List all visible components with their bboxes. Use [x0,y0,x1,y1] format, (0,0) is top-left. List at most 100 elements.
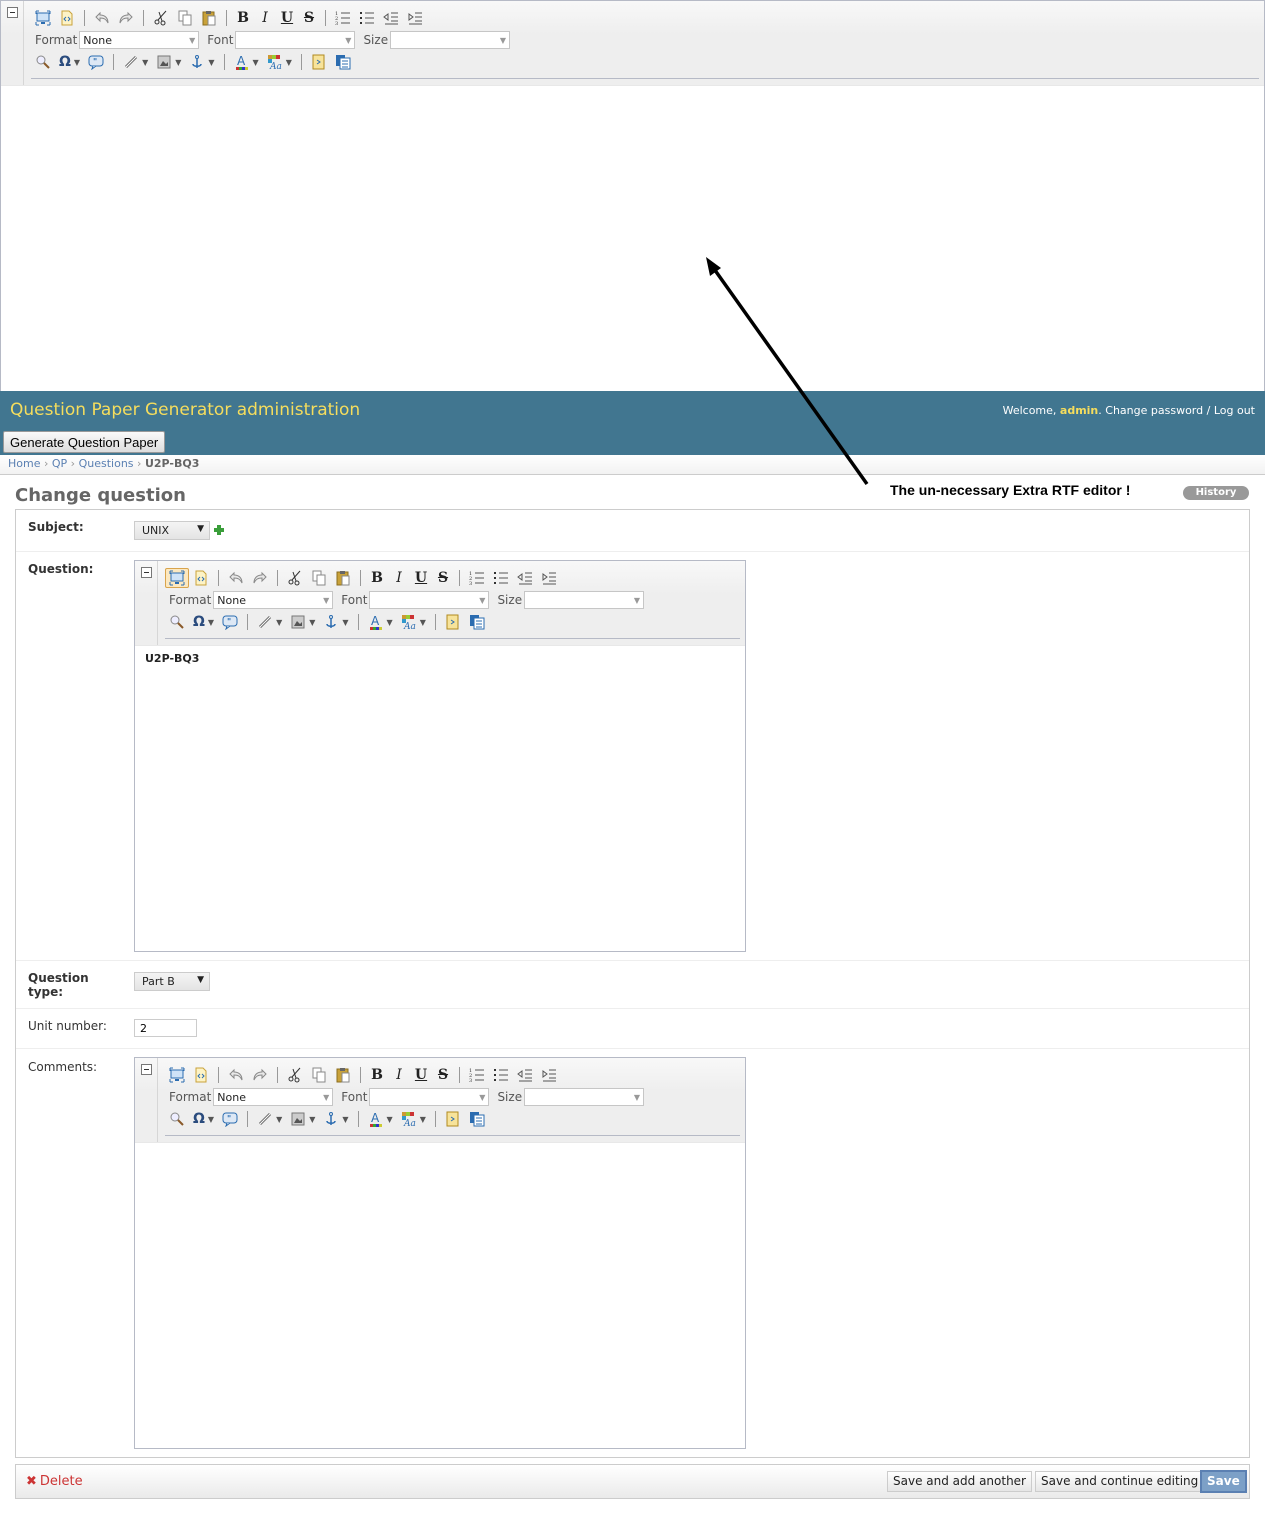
special-char-button[interactable]: Ω ▼ [55,52,84,72]
breadcrumb-home[interactable]: Home [8,457,40,470]
background-color-button[interactable]: Aa ▼ [397,612,430,632]
text-color-button[interactable]: A ▼ [364,612,397,632]
bulleted-list-button[interactable] [355,8,379,28]
background-color-button[interactable]: Aa ▼ [397,1109,430,1129]
collapse-toolbar-icon[interactable] [141,1064,152,1075]
blockquote-button[interactable]: " [218,1109,242,1129]
editor-content-area[interactable] [1,86,1264,391]
size-combo[interactable]: ▼ [524,591,645,609]
add-subject-icon[interactable] [213,524,225,536]
collapse-toolbar-icon[interactable] [141,567,152,578]
comments-rich-text-editor[interactable]: B I U S 1 2 3 Format None ▼ Font ▼ Size ▼ Ω ▼ " ▼ ▼ ▼ A ▼ Aa ▼ [134,1057,746,1449]
indent-button[interactable] [513,1065,537,1085]
special-char-button[interactable]: Ω ▼ [189,1109,218,1129]
size-combo[interactable]: ▼ [524,1088,645,1106]
text-color-button[interactable]: A ▼ [230,52,263,72]
format-combo[interactable]: None ▼ [213,591,334,609]
extra-rich-text-editor[interactable]: B I U S 1 2 3 Format None ▼ Font ▼ Size ▼ Ω ▼ " ▼ ▼ ▼ A ▼ Aa ▼ [0,0,1265,392]
italic-button[interactable]: I [388,1065,410,1085]
paste-button[interactable] [331,568,355,588]
source-button[interactable] [189,1065,213,1085]
link-button[interactable]: ▼ [253,612,286,632]
indent-button[interactable] [513,568,537,588]
bold-button[interactable]: B [232,8,254,28]
copy-button[interactable] [307,1065,331,1085]
maximize-button[interactable] [165,1065,189,1085]
paste-button[interactable] [197,8,221,28]
format-combo[interactable]: None ▼ [213,1088,334,1106]
source-button[interactable] [55,8,79,28]
paste-from-word-button[interactable] [465,612,489,632]
underline-button[interactable]: U [410,1065,432,1085]
strikethrough-button[interactable]: S [432,1065,454,1085]
anchor-button[interactable]: ▼ [319,1109,352,1129]
logout-link[interactable]: Log out [1214,404,1255,417]
bold-button[interactable]: B [366,1065,388,1085]
generate-question-paper-button[interactable]: Generate Question Paper [3,431,166,453]
find-button[interactable] [165,1109,189,1129]
image-button[interactable]: ▼ [286,612,319,632]
underline-button[interactable]: U [410,568,432,588]
italic-button[interactable]: I [254,8,276,28]
maximize-button[interactable] [31,8,55,28]
redo-button[interactable] [248,568,272,588]
subject-select[interactable]: UNIX ▼ [134,521,210,540]
underline-button[interactable]: U [276,8,298,28]
find-button[interactable] [165,612,189,632]
save-and-continue-editing-button[interactable]: Save and continue editing [1035,1471,1205,1492]
cut-button[interactable] [283,1065,307,1085]
question-rich-text-editor[interactable]: B I U S 1 2 3 Format None ▼ Font ▼ Size ▼ Ω ▼ " ▼ ▼ ▼ A ▼ Aa ▼ U… [134,560,746,952]
outdent-button[interactable] [537,1065,561,1085]
outdent-button[interactable] [537,568,561,588]
copy-button[interactable] [173,8,197,28]
maximize-button[interactable] [165,568,189,588]
format-combo[interactable]: None ▼ [79,31,200,49]
copy-button[interactable] [307,568,331,588]
undo-button[interactable] [224,1065,248,1085]
numbered-list-button[interactable]: 123 [465,568,489,588]
save-button[interactable]: Save [1200,1470,1247,1493]
collapse-toolbar-icon[interactable] [7,7,18,18]
question-type-select[interactable]: Part B ▼ [134,972,210,991]
cut-button[interactable] [283,568,307,588]
paste-button[interactable] [331,1065,355,1085]
save-and-add-another-button[interactable]: Save and add another [887,1471,1032,1492]
font-combo[interactable]: ▼ [369,1088,490,1106]
redo-button[interactable] [248,1065,272,1085]
image-button[interactable]: ▼ [152,52,185,72]
link-button[interactable]: ▼ [253,1109,286,1129]
redo-button[interactable] [114,8,138,28]
source-button[interactable] [189,568,213,588]
undo-button[interactable] [90,8,114,28]
indent-button[interactable] [379,8,403,28]
bulleted-list-button[interactable] [489,568,513,588]
background-color-button[interactable]: Aa ▼ [263,52,296,72]
font-combo[interactable]: ▼ [235,31,356,49]
blockquote-button[interactable]: " [84,52,108,72]
link-button[interactable]: ▼ [119,52,152,72]
undo-button[interactable] [224,568,248,588]
outdent-button[interactable] [403,8,427,28]
bulleted-list-button[interactable] [489,1065,513,1085]
editor-content-area[interactable]: U2P-BQ3 [135,646,745,951]
templates-button[interactable] [307,52,331,72]
strikethrough-button[interactable]: S [432,568,454,588]
cut-button[interactable] [149,8,173,28]
paste-from-word-button[interactable] [465,1109,489,1129]
breadcrumb-questions[interactable]: Questions [79,457,134,470]
font-combo[interactable]: ▼ [369,591,490,609]
templates-button[interactable] [441,612,465,632]
numbered-list-button[interactable]: 123 [331,8,355,28]
text-color-button[interactable]: A ▼ [364,1109,397,1129]
anchor-button[interactable]: ▼ [319,612,352,632]
paste-from-word-button[interactable] [331,52,355,72]
change-password-link[interactable]: Change password [1105,404,1203,417]
editor-content-area[interactable] [135,1143,745,1448]
bold-button[interactable]: B [366,568,388,588]
numbered-list-button[interactable]: 123 [465,1065,489,1085]
unit-number-input[interactable]: 2 [134,1019,197,1037]
find-button[interactable] [31,52,55,72]
strikethrough-button[interactable]: S [298,8,320,28]
history-button[interactable]: History [1183,486,1249,500]
blockquote-button[interactable]: " [218,612,242,632]
